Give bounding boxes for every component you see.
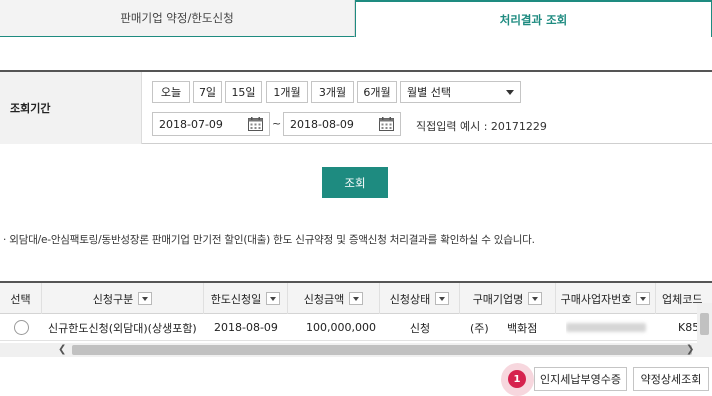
row-select-radio-cell — [14, 314, 34, 341]
row-select-radio[interactable] — [14, 320, 29, 335]
scroll-right-icon[interactable]: ❯ — [686, 343, 694, 357]
grid-header: 선택 신청구분 한도신청일 신청금액 신청상태 구매기업명 구매사업자번호 업체… — [0, 283, 712, 314]
tab-seller-agreement-label: 판매기업 약정/한도신청 — [120, 11, 234, 25]
period-1month-button[interactable]: 1개월 — [266, 81, 308, 103]
contract-detail-button[interactable]: 약정상세조회 — [633, 367, 709, 391]
col-header-date[interactable]: 한도신청일 — [204, 283, 288, 314]
cell-type: 신규한도신청(외담대)(상생포함) — [48, 321, 197, 335]
period-15days-button[interactable]: 15일 — [225, 81, 262, 103]
col-header-type[interactable]: 신청구분 — [42, 283, 204, 314]
tab-seller-agreement[interactable]: 판매기업 약정/한도신청 — [0, 0, 355, 37]
start-date-value: 2018-07-09 — [159, 117, 223, 131]
end-date-input[interactable]: 2018-08-09 — [283, 112, 401, 136]
horizontal-scrollbar[interactable]: ❮ ❯ — [0, 343, 697, 357]
cell-buyer-prefix: (주) — [470, 321, 489, 335]
cell-biz-no — [566, 314, 650, 341]
vertical-scrollbar[interactable] — [697, 303, 712, 357]
horizontal-scrollbar-thumb[interactable] — [72, 345, 692, 355]
period-7days-button[interactable]: 7일 — [193, 81, 222, 103]
cell-buyer-name: 백화점 — [507, 321, 538, 335]
start-date-input[interactable]: 2018-07-09 — [152, 112, 270, 136]
filter-dropdown-icon[interactable] — [138, 292, 153, 305]
filter-dropdown-icon[interactable] — [266, 292, 281, 305]
filter-dropdown-icon[interactable] — [349, 292, 364, 305]
tab-processing-result-label: 처리결과 조회 — [499, 12, 568, 27]
date-input-hint: 직접입력 예시 : 20171229 — [416, 120, 547, 133]
vertical-scrollbar-thumb[interactable] — [700, 313, 709, 335]
masked-value — [566, 323, 646, 332]
table-row[interactable]: 신규한도신청(외담대)(상생포함) 2018-08-09 100,000,000… — [0, 314, 712, 341]
scroll-left-icon[interactable]: ❮ — [58, 343, 66, 357]
tab-processing-result[interactable]: 처리결과 조회 — [355, 0, 712, 37]
calendar-icon[interactable] — [248, 117, 263, 131]
stamp-tax-receipt-button[interactable]: 인지세납부영수증 — [534, 367, 627, 391]
cell-code: K85 — [678, 321, 698, 334]
col-header-biz-no[interactable]: 구매사업자번호 — [556, 283, 656, 314]
cell-date: 2018-08-09 — [214, 321, 278, 334]
period-today-button[interactable]: 오늘 — [152, 81, 190, 103]
cell-status: 신청 — [409, 321, 431, 335]
step-badge: 1 — [508, 370, 526, 388]
calendar-icon[interactable] — [379, 117, 394, 131]
period-label: 조회기간 — [0, 72, 142, 144]
col-header-select: 선택 — [0, 283, 42, 314]
filter-dropdown-icon[interactable] — [636, 292, 651, 305]
period-3months-button[interactable]: 3개월 — [311, 81, 354, 103]
month-select-value: 월별 선택 — [407, 86, 451, 99]
period-6months-button[interactable]: 6개월 — [357, 81, 397, 103]
result-grid: 선택 신청구분 한도신청일 신청금액 신청상태 구매기업명 구매사업자번호 업체… — [0, 281, 712, 357]
chevron-down-icon — [506, 90, 514, 95]
date-separator: ~ — [272, 117, 282, 130]
filter-dropdown-icon[interactable] — [528, 292, 543, 305]
month-select[interactable]: 월별 선택 — [400, 81, 521, 103]
search-panel: 조회기간 오늘 7일 15일 1개월 3개월 6개월 월별 선택 2018-07… — [0, 70, 712, 144]
col-header-status[interactable]: 신청상태 — [380, 283, 460, 314]
filter-dropdown-icon[interactable] — [435, 292, 450, 305]
col-header-buyer[interactable]: 구매기업명 — [460, 283, 556, 314]
end-date-value: 2018-08-09 — [290, 117, 354, 131]
col-header-amount[interactable]: 신청금액 — [288, 283, 380, 314]
search-button[interactable]: 조회 — [322, 167, 388, 198]
notice-text: · 외담대/e-안심팩토링/동반성장론 판매기업 만기전 할인(대출) 한도 신… — [3, 234, 535, 246]
cell-amount: 100,000,000 — [306, 321, 376, 334]
